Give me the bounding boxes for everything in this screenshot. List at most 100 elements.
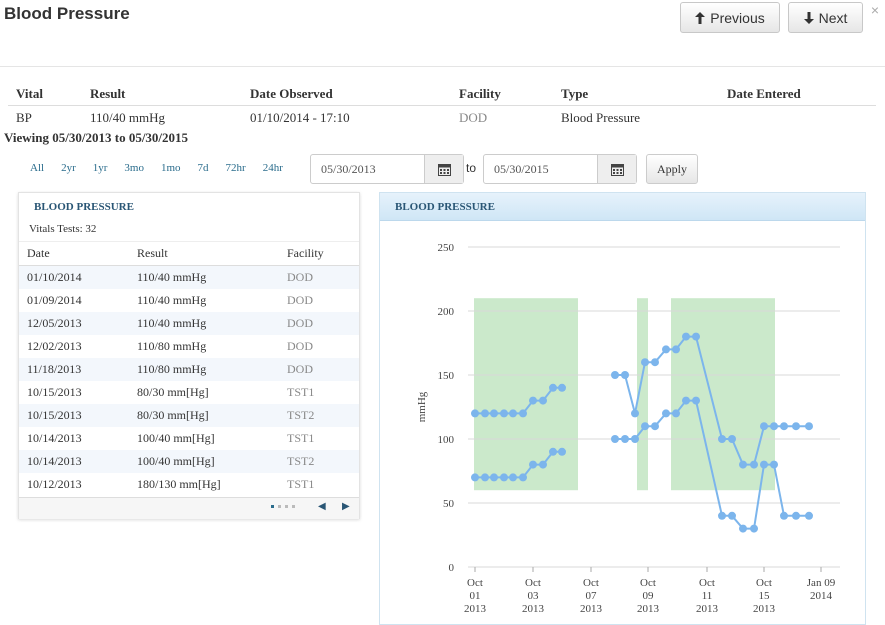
- data-point: [692, 396, 700, 405]
- data-point: [549, 383, 557, 392]
- calendar-icon[interactable]: [597, 155, 636, 183]
- y-tick-label: 200: [438, 306, 455, 318]
- data-point: [728, 511, 736, 520]
- facility-cell: TST1: [287, 385, 315, 399]
- page-title: Blood Pressure: [4, 4, 130, 23]
- x-tick-label: 07: [586, 590, 598, 602]
- date-cell: 10/12/2013: [27, 477, 82, 491]
- facility-cell: TST2: [279, 450, 359, 473]
- y-axis-label: mmHg: [416, 391, 428, 422]
- x-tick-label: 2013: [753, 603, 776, 615]
- chevron-left-icon[interactable]: ◀: [318, 501, 326, 512]
- x-tick-label: 15: [759, 590, 771, 602]
- range-2yr[interactable]: 2yr: [61, 162, 76, 174]
- table-row[interactable]: 10/12/2013 180/130 mm[Hg] TST1: [19, 473, 359, 496]
- table-row[interactable]: 01/09/2014 110/40 mmHg DOD: [19, 289, 359, 312]
- table-row[interactable]: 10/14/2013 100/40 mm[Hg] TST2: [19, 450, 359, 473]
- col-facility: Facility: [279, 241, 359, 266]
- x-tick-label: 01: [470, 590, 481, 602]
- data-point: [621, 371, 629, 379]
- data-point: [641, 358, 649, 367]
- range-filters: All 2yr 1yr 3mo 1mo 7d 72hr 24hr: [30, 162, 300, 174]
- previous-button[interactable]: Previous: [680, 2, 780, 33]
- x-tick-label: 09: [643, 590, 655, 602]
- result-cell: 110/40 mmHg: [129, 265, 279, 289]
- table-row[interactable]: 10/15/2013 80/30 mm[Hg] TST2: [19, 404, 359, 427]
- apply-button[interactable]: Apply: [646, 154, 698, 184]
- data-point: [641, 422, 649, 431]
- col-date-observed: Date Observed: [242, 83, 451, 106]
- data-point: [471, 409, 479, 418]
- result-cell: 180/130 mm[Hg]: [137, 477, 221, 491]
- date-cell: 01/09/2014: [27, 293, 82, 307]
- col-vital: Vital: [8, 83, 82, 106]
- vital-summary-table: Vital Result Date Observed Facility Type…: [8, 83, 876, 130]
- chevron-right-icon[interactable]: ▶: [342, 501, 350, 512]
- x-tick-label: 2013: [580, 603, 603, 615]
- data-point: [631, 435, 639, 443]
- to-date-value: 05/30/2015: [494, 162, 549, 176]
- shaded-band: [671, 298, 775, 491]
- from-date-value: 05/30/2013: [321, 162, 376, 176]
- date-observed-cell: 01/10/2014 - 17:10: [250, 110, 350, 125]
- next-button[interactable]: Next: [788, 2, 863, 33]
- col-result: Result: [82, 83, 242, 106]
- facility-cell: DOD: [459, 110, 488, 125]
- data-point: [770, 422, 778, 431]
- data-point: [682, 396, 690, 405]
- x-tick-label: 2013: [637, 603, 660, 615]
- data-point: [558, 383, 566, 392]
- result-cell: 110/40 mmHg: [129, 312, 279, 335]
- data-point: [611, 371, 619, 379]
- data-point: [519, 409, 527, 418]
- data-point: [805, 422, 813, 431]
- header-divider: [0, 66, 885, 67]
- y-tick-label: 0: [449, 562, 455, 574]
- data-point: [770, 460, 778, 469]
- vital-summary-header: Vital Result Date Observed Facility Type…: [8, 83, 876, 106]
- data-point: [780, 422, 788, 431]
- list-panel-title: BLOOD PRESSURE: [34, 201, 134, 213]
- table-row[interactable]: 12/02/2013 110/80 mmHg DOD: [19, 335, 359, 358]
- facility-cell: DOD: [287, 293, 313, 307]
- data-point: [549, 447, 557, 456]
- data-point: [718, 435, 726, 443]
- from-date-field[interactable]: 05/30/2013: [310, 154, 464, 184]
- col-date: Date: [19, 241, 129, 266]
- close-icon[interactable]: ×: [871, 2, 879, 18]
- range-all[interactable]: All: [30, 162, 44, 174]
- range-7d[interactable]: 7d: [198, 162, 209, 174]
- calendar-icon[interactable]: [424, 155, 463, 183]
- facility-cell: TST1: [287, 431, 315, 445]
- viewing-range-text: Viewing 05/30/2013 to 05/30/2015: [4, 130, 189, 145]
- x-tick-label: Oct: [583, 577, 599, 589]
- arrow-down-icon: [803, 11, 814, 24]
- table-row[interactable]: 01/10/2014 110/40 mmHg DOD: [19, 265, 359, 289]
- data-point: [792, 422, 800, 431]
- date-cell: 10/14/2013: [27, 431, 82, 445]
- date-cell: 10/14/2013: [19, 450, 129, 473]
- range-1mo[interactable]: 1mo: [161, 162, 181, 174]
- data-point: [500, 409, 508, 418]
- data-point: [481, 473, 489, 482]
- data-point: [760, 460, 768, 469]
- result-cell: 110/40 mmHg: [137, 293, 207, 307]
- data-point: [611, 435, 619, 443]
- data-point: [672, 345, 680, 354]
- table-row[interactable]: 10/14/2013 100/40 mm[Hg] TST1: [19, 427, 359, 450]
- table-row[interactable]: 12/05/2013 110/40 mmHg DOD: [19, 312, 359, 335]
- vital-summary-row[interactable]: BP 110/40 mmHg 01/10/2014 - 17:10 DOD Bl…: [8, 106, 876, 131]
- table-row[interactable]: 10/15/2013 80/30 mm[Hg] TST1: [19, 381, 359, 404]
- vitals-list-header: Date Result Facility: [19, 241, 359, 266]
- x-tick-label: Oct: [467, 577, 483, 589]
- data-point: [662, 345, 670, 354]
- to-date-field[interactable]: 05/30/2015: [483, 154, 637, 184]
- range-72hr[interactable]: 72hr: [226, 162, 246, 174]
- page-indicator: [271, 505, 295, 508]
- date-cell: 12/05/2013: [19, 312, 129, 335]
- range-24hr[interactable]: 24hr: [263, 162, 283, 174]
- range-1yr[interactable]: 1yr: [93, 162, 108, 174]
- range-3mo[interactable]: 3mo: [124, 162, 144, 174]
- y-tick-label: 50: [443, 498, 455, 510]
- table-row[interactable]: 11/18/2013 110/80 mmHg DOD: [19, 358, 359, 381]
